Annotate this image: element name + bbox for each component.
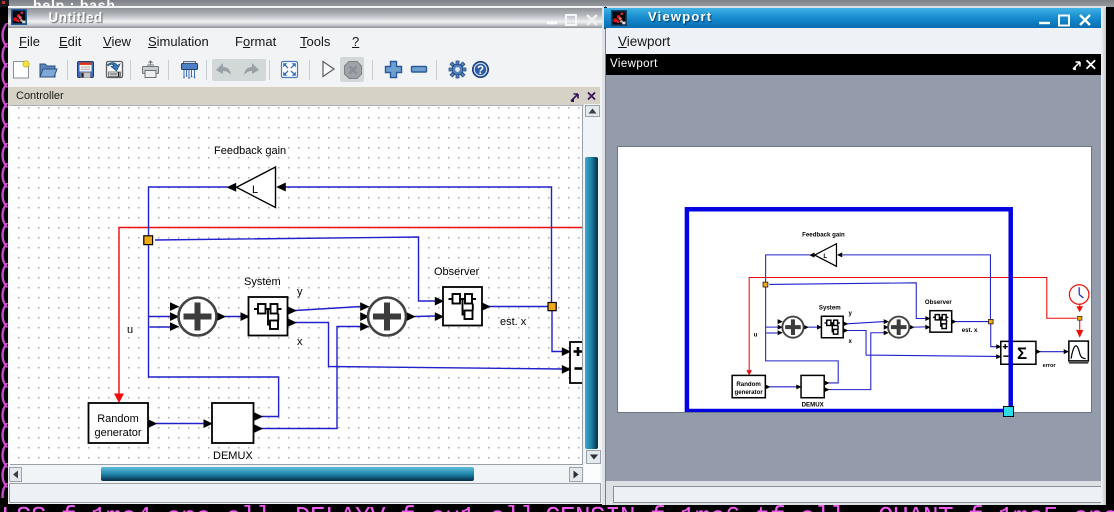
- svg-text:Feedback gain: Feedback gain: [214, 145, 286, 157]
- svg-text:Random: Random: [97, 413, 139, 425]
- svg-text:System: System: [244, 276, 281, 288]
- svg-text:y: y: [297, 286, 303, 298]
- svg-text:generator: generator: [94, 427, 141, 439]
- svg-text:u: u: [127, 324, 133, 336]
- svg-text:Observer: Observer: [434, 266, 480, 278]
- svg-text:x: x: [297, 336, 303, 348]
- svg-text:L: L: [252, 184, 258, 196]
- svg-text:DEMUX: DEMUX: [213, 450, 253, 462]
- svg-text:?: ?: [477, 65, 484, 77]
- svg-text:est. x: est. x: [500, 316, 527, 328]
